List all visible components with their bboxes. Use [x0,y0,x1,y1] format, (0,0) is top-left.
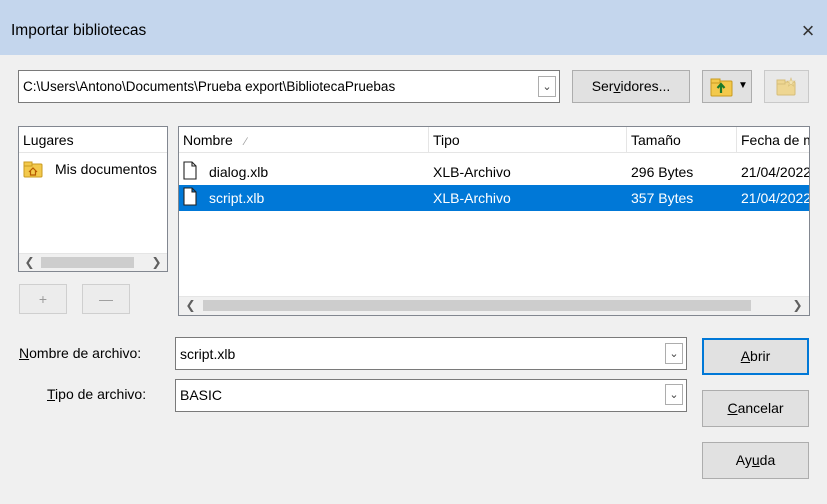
close-button[interactable]: × [789,12,827,50]
help-button-label: Ayuda [735,452,776,468]
chevron-down-icon[interactable]: ⌄ [665,384,683,405]
servers-button[interactable]: Servidores... [572,70,690,103]
sort-indicator-icon: ∕ [244,136,247,148]
scrollbar-thumb[interactable] [203,300,751,311]
servers-button-label: Servidores... [591,78,671,94]
dropdown-arrow-icon: ▼ [738,80,748,91]
file-date: 21/04/2022 [741,164,809,180]
column-header-name[interactable]: Nombre ∕ [179,127,429,153]
file-type: XLB-Archivo [433,164,511,180]
filename-label: Nombre de archivo: [19,345,142,361]
column-header-type[interactable]: Tipo [429,127,627,153]
places-item-label: Mis documentos [55,161,157,177]
chevron-down-icon[interactable]: ⌄ [538,76,556,97]
folder-home-icon [23,161,43,178]
folder-up-icon [710,78,733,97]
chevron-down-icon[interactable]: ⌄ [665,343,683,364]
table-row[interactable]: dialog.xlb XLB-Archivo 296 Bytes 21/04/2… [179,159,809,185]
folder-up-button[interactable]: ▼ [702,70,752,103]
file-name: dialog.xlb [209,164,269,180]
table-row[interactable]: script.xlb XLB-Archivo 357 Bytes 21/04/2… [179,185,809,211]
new-folder-icon [776,77,796,96]
file-name: script.xlb [209,190,265,206]
scroll-right-icon[interactable]: ❯ [148,254,165,271]
scroll-right-icon[interactable]: ❯ [789,297,806,314]
close-icon: × [801,18,815,43]
filetype-value: BASIC [180,387,223,403]
cancel-button[interactable]: Cancelar [702,390,809,427]
places-panel: Lugares Mis documentos ❮ ❯ [18,126,168,272]
file-size: 357 Bytes [631,190,694,206]
path-combobox[interactable]: C:\Users\Antono\Documents\Prueba export\… [18,70,560,103]
import-libraries-dialog: Importar bibliotecas × C:\Users\Antono\D… [0,0,827,504]
scrollbar-thumb[interactable] [41,257,134,268]
remove-icon: — [99,291,113,307]
path-value: C:\Users\Antono\Documents\Prueba export\… [23,79,396,94]
filetype-combobox[interactable]: BASIC ⌄ [175,379,687,412]
title-bar: Importar bibliotecas × [0,0,827,55]
remove-place-button[interactable]: — [82,284,130,314]
add-place-button[interactable]: + [19,284,67,314]
files-horizontal-scrollbar[interactable]: ❮ ❯ [179,296,809,315]
places-horizontal-scrollbar[interactable]: ❮ ❯ [19,253,167,271]
add-icon: + [38,291,48,307]
places-item-my-documents[interactable]: Mis documentos [19,159,167,185]
filename-input[interactable]: script.xlb [180,346,235,362]
help-button[interactable]: Ayuda [702,442,809,479]
column-header-date[interactable]: Fecha de modificación [737,127,809,153]
open-button[interactable]: Abrir [702,338,809,375]
file-date: 21/04/2022 [741,190,809,206]
scroll-left-icon[interactable]: ❮ [182,297,199,314]
document-icon [183,187,197,206]
file-type: XLB-Archivo [433,190,511,206]
column-header-size[interactable]: Tamaño [627,127,737,153]
filetype-label: Tipo de archivo: [47,386,147,402]
open-button-label: Abrir [740,348,771,364]
file-size: 296 Bytes [631,164,694,180]
new-folder-button[interactable] [764,70,809,103]
places-header[interactable]: Lugares [19,127,167,153]
scroll-left-icon[interactable]: ❮ [21,254,38,271]
dialog-title: Importar bibliotecas [11,22,147,39]
filename-combobox[interactable]: script.xlb ⌄ [175,337,687,370]
cancel-button-label: Cancelar [727,400,784,416]
files-list: Nombre ∕ Tipo Tamaño Fecha de modificaci… [178,126,810,316]
document-icon [183,161,197,180]
